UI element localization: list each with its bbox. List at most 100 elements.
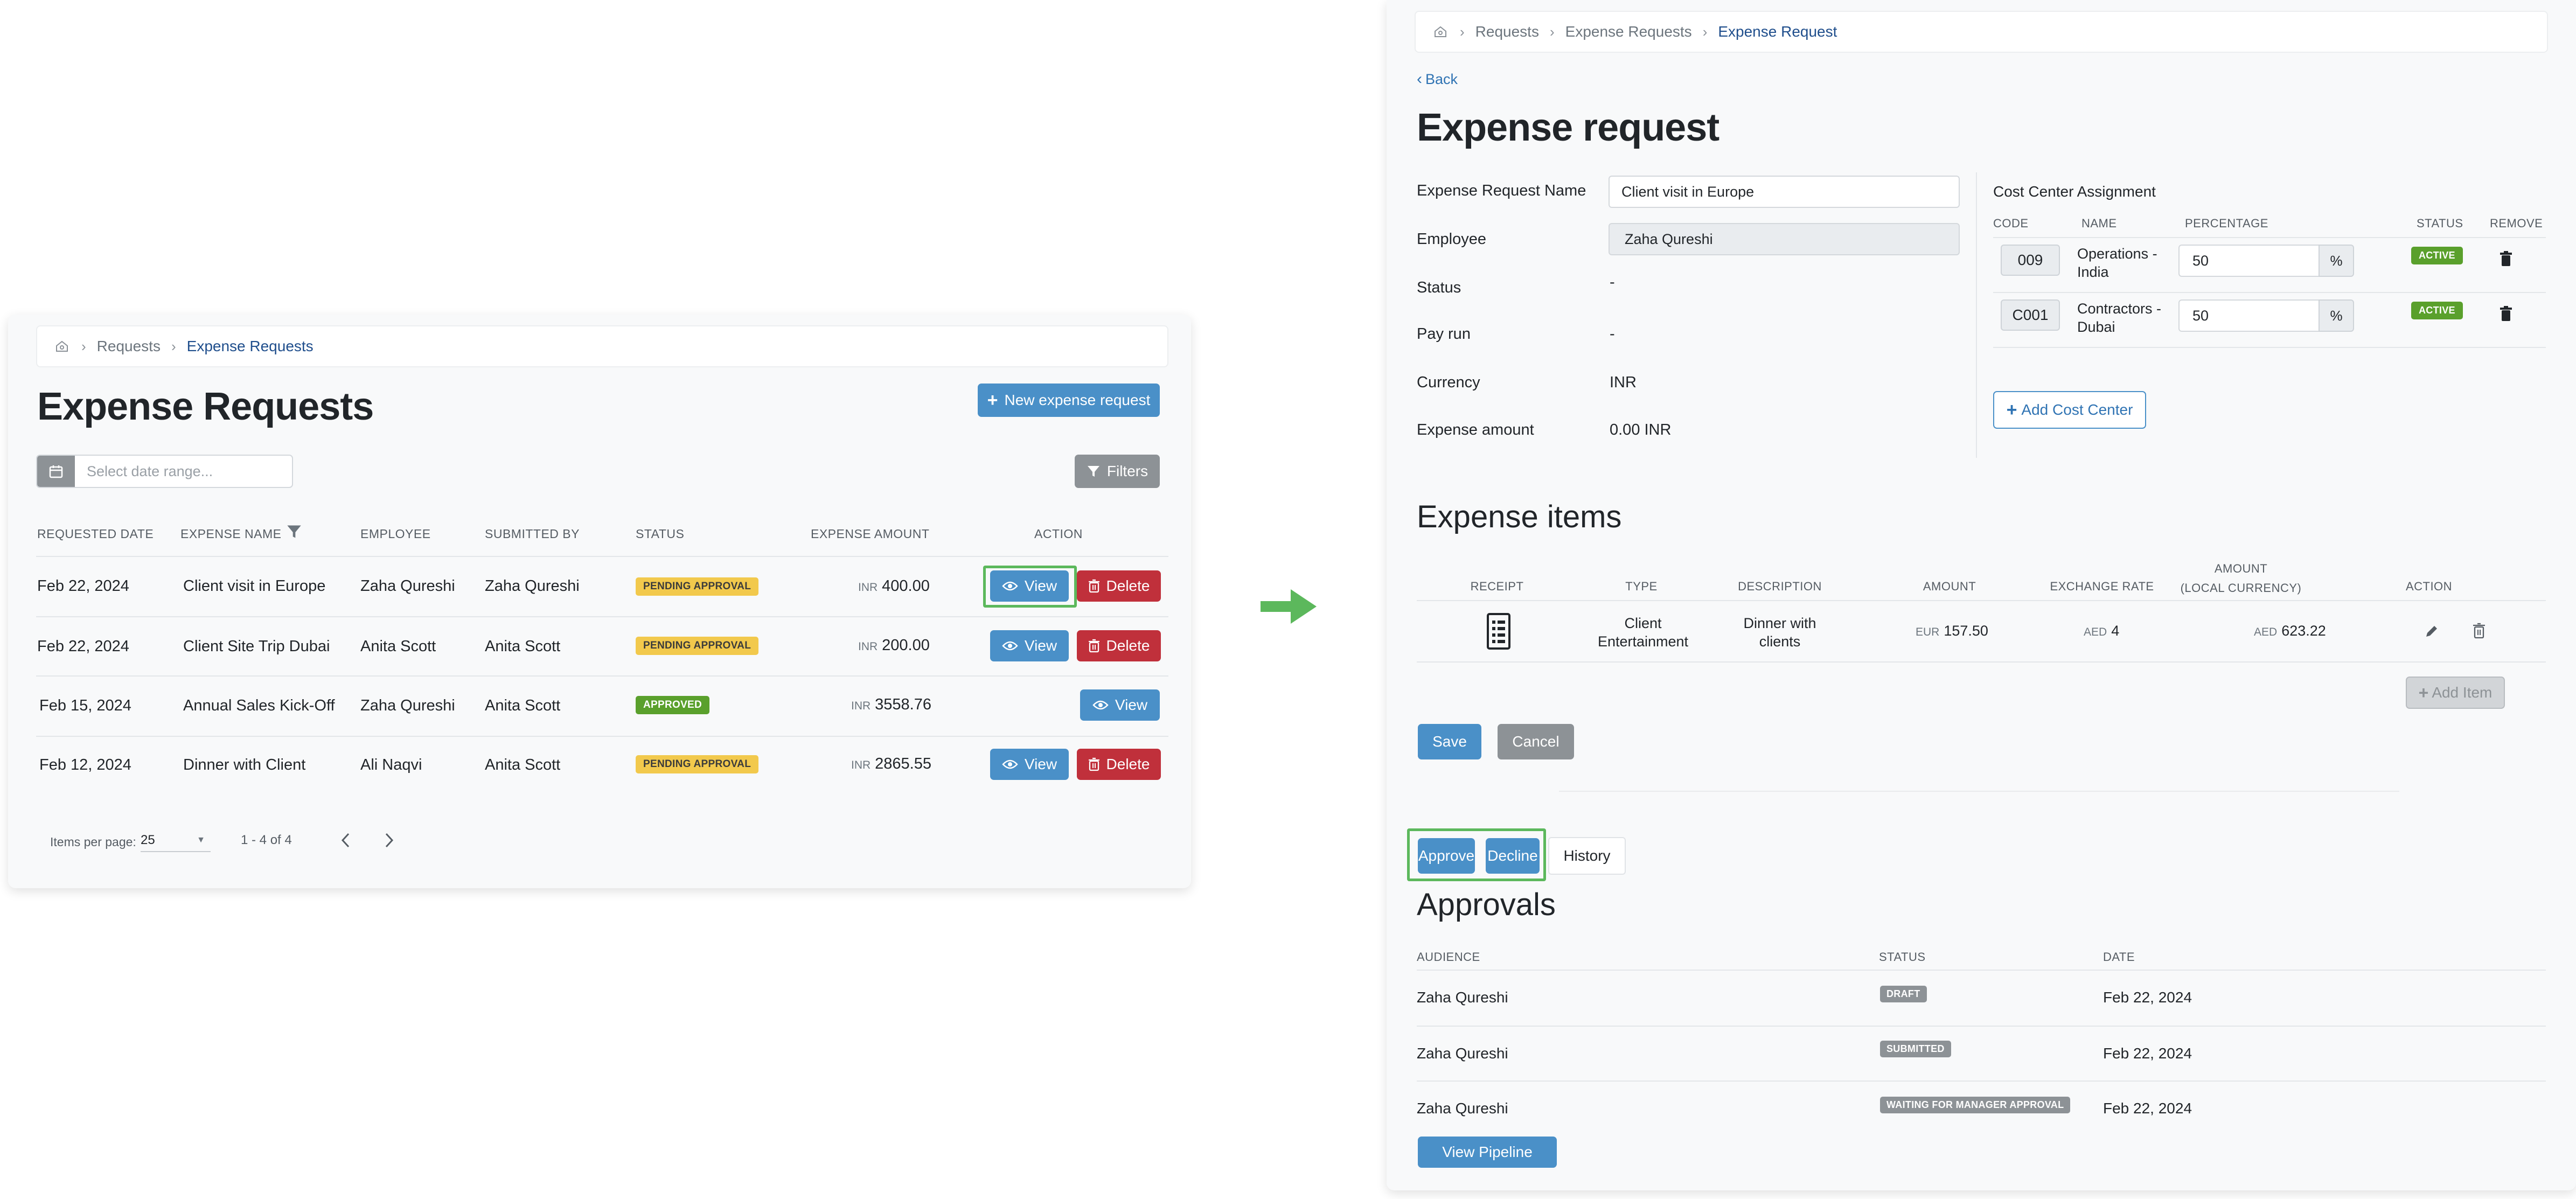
cc-percentage-input[interactable]: 50 xyxy=(2178,299,2320,332)
cc-code: C001 xyxy=(2001,299,2060,331)
cc-name: Contractors - Dubai xyxy=(2077,301,2162,335)
status-badge: ACTIVE xyxy=(2411,247,2463,264)
eye-icon xyxy=(1002,759,1018,769)
ei-col-amount-local: AMOUNT (LOCAL CURRENCY) xyxy=(2160,559,2322,598)
ei-col-receipt: RECEIPT xyxy=(1470,580,1524,593)
arrow-right-icon xyxy=(1261,589,1317,624)
divider xyxy=(1993,347,2546,348)
col-status[interactable]: STATUS xyxy=(636,527,684,541)
ei-col-amount-local-line2: (LOCAL CURRENCY) xyxy=(2180,581,2302,595)
expense-request-name-label: Expense Request Name xyxy=(1417,182,1586,199)
currency-code: AED xyxy=(2254,626,2278,638)
row-date: Feb 15, 2024 xyxy=(39,697,131,714)
row-submitted-by: Zaha Qureshi xyxy=(485,577,580,595)
pay-run-value: - xyxy=(1610,325,1615,343)
chevron-left-icon[interactable] xyxy=(338,831,354,850)
decline-button[interactable]: Decline xyxy=(1486,838,1540,874)
save-button[interactable]: Save xyxy=(1418,724,1481,759)
divider xyxy=(36,556,1168,557)
chevron-right-icon: › xyxy=(81,338,86,354)
ei-amount-local: AED 623.22 xyxy=(2254,623,2326,639)
home-icon[interactable] xyxy=(1432,25,1449,39)
new-expense-request-button[interactable]: + New expense request xyxy=(978,384,1160,417)
breadcrumb-expense-requests[interactable]: Expense Requests xyxy=(1565,23,1692,40)
row-employee: Ali Naqvi xyxy=(360,756,422,773)
eye-icon xyxy=(1092,700,1109,710)
amount-value: 157.50 xyxy=(1944,623,1988,639)
pencil-icon[interactable] xyxy=(2424,624,2439,639)
caret-down-icon: ▼ xyxy=(197,835,205,845)
status-badge: ACTIVE xyxy=(2411,302,2463,319)
expense-request-name-input[interactable]: Client visit in Europe xyxy=(1609,176,1960,208)
col-expense-name[interactable]: EXPENSE NAME xyxy=(180,527,282,541)
page-title: Expense Requests xyxy=(37,385,374,428)
history-button[interactable]: History xyxy=(1548,837,1626,875)
currency-code: INR xyxy=(858,581,878,594)
calendar-icon[interactable] xyxy=(37,456,75,487)
add-cost-center-label: Add Cost Center xyxy=(2021,401,2133,418)
add-cost-center-button[interactable]: + Add Cost Center xyxy=(1993,391,2146,429)
cancel-button[interactable]: Cancel xyxy=(1498,724,1574,759)
back-link[interactable]: ‹ Back xyxy=(1417,70,1458,88)
view-label: View xyxy=(1115,696,1148,713)
row-submitted-by: Anita Scott xyxy=(485,756,561,773)
row-employee: Anita Scott xyxy=(360,638,436,655)
view-button[interactable]: View xyxy=(990,749,1069,780)
delete-label: Delete xyxy=(1106,756,1150,772)
ei-exchange-rate: AED 4 xyxy=(2084,623,2119,639)
expense-amount-value: 0.00 INR xyxy=(1610,421,1672,438)
trash-icon[interactable] xyxy=(2500,251,2512,267)
breadcrumb-requests[interactable]: Requests xyxy=(1475,23,1539,40)
filter-icon[interactable] xyxy=(286,524,302,540)
delete-label: Delete xyxy=(1106,637,1150,654)
row-expense-name: Dinner with Client xyxy=(183,756,306,773)
ap-audience: Zaha Qureshi xyxy=(1417,1045,1508,1062)
view-button[interactable]: View xyxy=(1080,689,1160,721)
delete-button[interactable]: Delete xyxy=(1077,749,1161,780)
ap-col-status: STATUS xyxy=(1879,950,1926,964)
row-amount: INR 2865.55 xyxy=(851,755,931,773)
view-pipeline-button[interactable]: View Pipeline xyxy=(1418,1137,1557,1168)
breadcrumb-expense-requests[interactable]: Expense Requests xyxy=(187,338,314,355)
divider xyxy=(1417,1026,2546,1027)
add-item-button[interactable]: + Add Item xyxy=(2406,677,2505,709)
employee-label: Employee xyxy=(1417,231,1486,248)
delete-button[interactable]: Delete xyxy=(1077,570,1161,602)
add-item-label: Add Item xyxy=(2432,684,2493,701)
ap-date: Feb 22, 2024 xyxy=(2103,989,2192,1006)
breadcrumb-requests[interactable]: Requests xyxy=(97,338,161,355)
plus-icon: + xyxy=(2418,682,2429,702)
breadcrumb-expense-request[interactable]: Expense Request xyxy=(1718,23,1837,40)
divider xyxy=(36,616,1168,617)
ei-col-exchange-rate: EXCHANGE RATE xyxy=(2050,580,2154,593)
col-employee[interactable]: EMPLOYEE xyxy=(360,527,431,541)
amount-value: 3558.76 xyxy=(875,696,931,713)
ei-amount: EUR 157.50 xyxy=(1916,623,1988,639)
cc-col-remove: REMOVE xyxy=(2490,217,2543,230)
home-icon[interactable] xyxy=(53,339,71,353)
ei-col-type: TYPE xyxy=(1625,580,1658,593)
items-per-page-value: 25 xyxy=(141,833,155,847)
items-per-page-select[interactable]: 25 ▼ xyxy=(141,829,211,852)
chevron-right-icon[interactable] xyxy=(381,831,397,850)
delete-button[interactable]: Delete xyxy=(1077,630,1161,661)
col-submitted-by[interactable]: SUBMITTED BY xyxy=(485,527,580,541)
cc-percentage-input[interactable]: 50 xyxy=(2178,245,2320,277)
row-submitted-by: Anita Scott xyxy=(485,638,561,655)
ei-col-description: DESCRIPTION xyxy=(1738,580,1822,593)
receipt-icon[interactable] xyxy=(1487,613,1510,650)
col-expense-amount[interactable]: EXPENSE AMOUNT xyxy=(811,527,929,541)
approve-button[interactable]: Approve xyxy=(1418,838,1475,874)
divider xyxy=(1417,1081,2546,1082)
currency-label: Currency xyxy=(1417,374,1480,391)
filters-button[interactable]: Filters xyxy=(1075,455,1160,488)
trash-icon[interactable] xyxy=(2473,623,2486,639)
cc-code: 009 xyxy=(2001,245,2060,276)
breadcrumb: › Requests › Expense Requests › Expense … xyxy=(1415,11,2548,53)
trash-icon[interactable] xyxy=(2500,306,2512,322)
row-amount: INR 200.00 xyxy=(858,637,930,654)
view-button[interactable]: View xyxy=(990,630,1069,661)
date-range-input[interactable]: Select date range... xyxy=(36,455,293,488)
row-date: Feb 22, 2024 xyxy=(37,638,129,655)
col-requested-date[interactable]: REQUESTED DATE xyxy=(37,527,154,541)
